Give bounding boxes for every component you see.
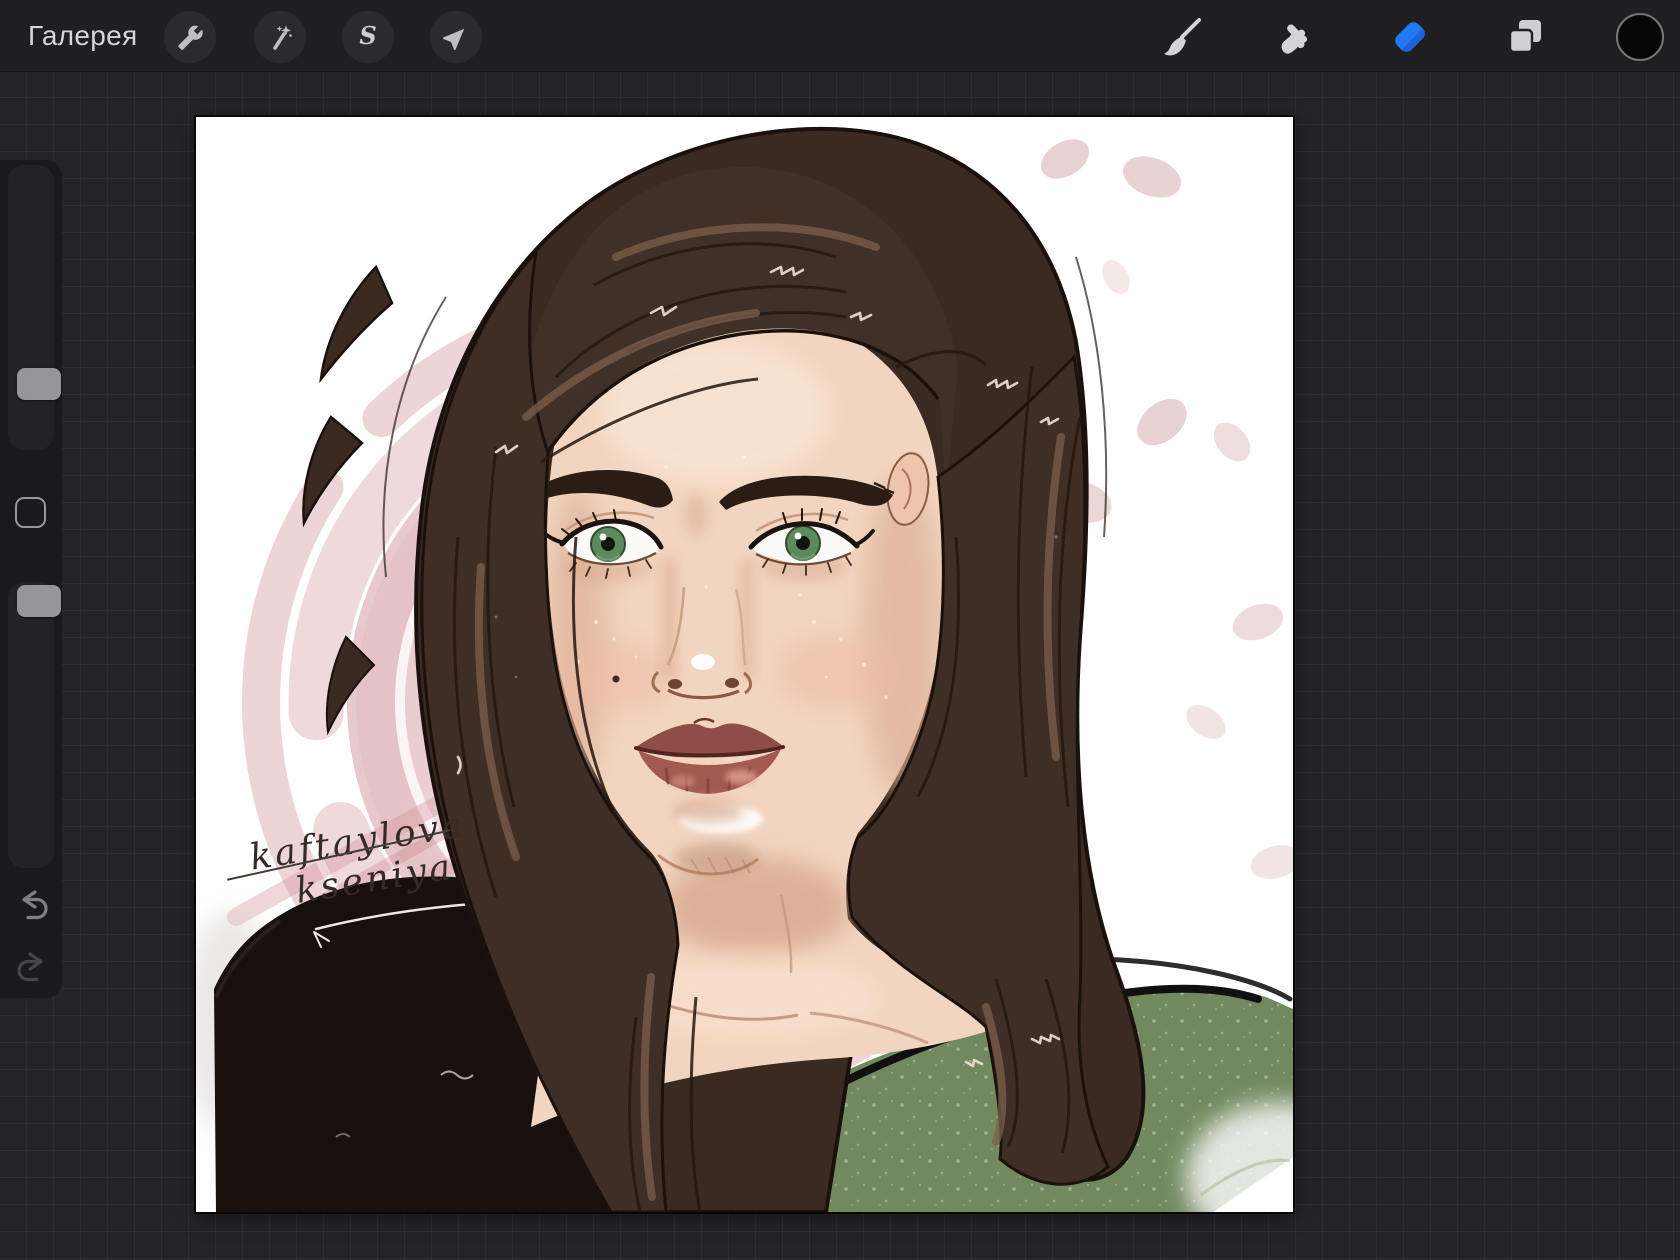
brush-opacity-slider[interactable] bbox=[8, 582, 61, 868]
layers-button[interactable] bbox=[1499, 11, 1551, 63]
brush-size-handle[interactable] bbox=[17, 368, 61, 400]
magic-wand-icon bbox=[273, 25, 292, 50]
transform-button[interactable] bbox=[430, 11, 482, 63]
brush-tool-button[interactable] bbox=[1156, 11, 1208, 63]
brush-size-slider[interactable] bbox=[8, 165, 61, 450]
transform-arrow-icon bbox=[442, 28, 465, 51]
brush-opacity-handle[interactable] bbox=[17, 585, 61, 617]
color-swatch bbox=[1616, 13, 1664, 61]
eraser-tool-button[interactable] bbox=[1384, 11, 1436, 63]
color-swatch-button[interactable] bbox=[1614, 11, 1666, 63]
eraser-icon bbox=[1395, 22, 1425, 52]
artwork-portrait: kaftaylova kseniya bbox=[196, 126, 1293, 1212]
smudge-tool-button[interactable] bbox=[1269, 11, 1321, 63]
svg-text:S: S bbox=[359, 22, 376, 50]
selection-button[interactable]: S bbox=[342, 11, 394, 63]
drawing-canvas[interactable]: kaftaylova kseniya bbox=[196, 117, 1293, 1212]
procreate-workspace: { "toolbar": { "gallery_label": "Галерея… bbox=[0, 0, 1680, 1260]
undo-button[interactable] bbox=[11, 884, 55, 928]
undo-icon bbox=[22, 890, 48, 920]
top-toolbar: Галерея S bbox=[0, 0, 1680, 72]
adjustments-button[interactable] bbox=[254, 11, 306, 63]
layers-icon bbox=[1508, 20, 1541, 54]
redo-button[interactable] bbox=[10, 946, 54, 990]
mole bbox=[612, 675, 620, 683]
sidebar-panel bbox=[0, 160, 62, 998]
wrench-icon bbox=[177, 25, 203, 50]
redo-icon bbox=[17, 952, 43, 982]
paintbrush-icon bbox=[1164, 18, 1201, 56]
selection-s-icon: S bbox=[359, 22, 376, 50]
modify-button[interactable] bbox=[15, 497, 46, 528]
smudge-finger-icon bbox=[1281, 24, 1308, 54]
gallery-button[interactable]: Галерея bbox=[28, 0, 137, 71]
actions-button[interactable] bbox=[164, 11, 216, 63]
